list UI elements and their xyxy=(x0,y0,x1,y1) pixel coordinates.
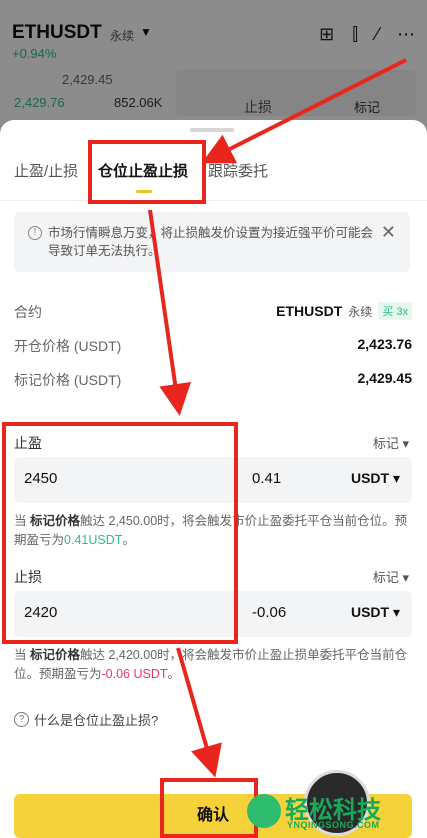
watermark: 轻松科技 YNQINGSONG.COM xyxy=(243,790,423,836)
annotation-arrow xyxy=(201,58,407,164)
annotation-arrow xyxy=(176,647,222,778)
watermark-url: YNQINGSONG.COM xyxy=(287,820,380,830)
annotation-arrow xyxy=(148,209,191,416)
annotation-arrows xyxy=(148,58,407,778)
watermark-logo-icon xyxy=(247,794,281,828)
